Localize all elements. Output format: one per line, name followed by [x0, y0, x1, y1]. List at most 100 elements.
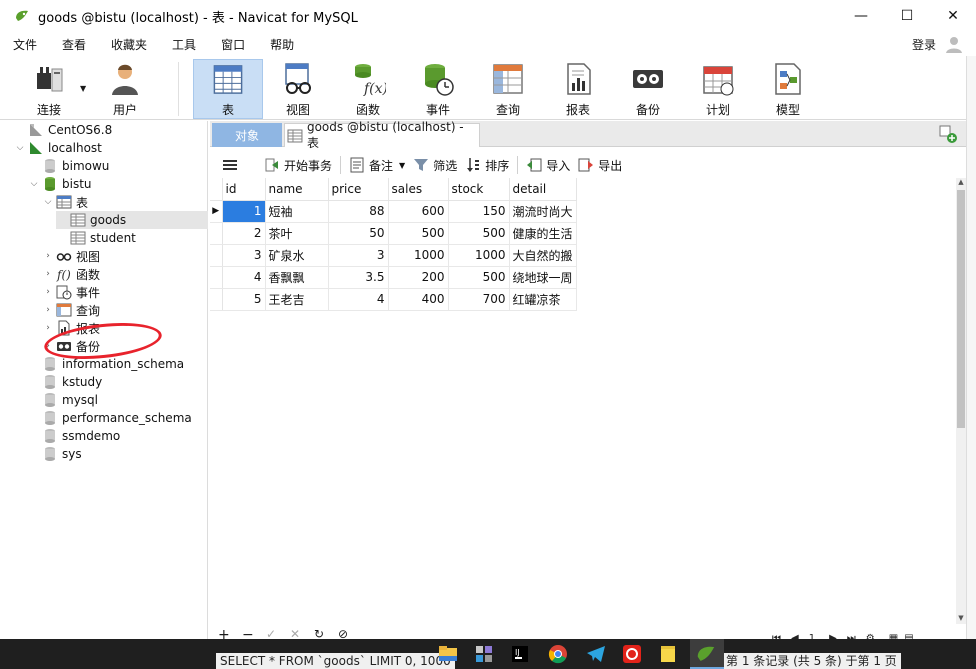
row-header[interactable] — [210, 222, 223, 245]
close-button[interactable]: ✕ — [930, 0, 976, 32]
column-header-name[interactable]: name — [265, 178, 329, 201]
cell-sales[interactable]: 600 — [388, 200, 449, 223]
tab-objects[interactable]: 对象 — [212, 123, 282, 147]
tree-folder-functions[interactable]: › f() 函数 — [42, 265, 100, 283]
chevron-right-icon[interactable]: › — [42, 251, 54, 261]
taskbar-active-app[interactable] — [690, 639, 724, 669]
menu-help[interactable]: 帮助 — [257, 36, 306, 53]
toolbar-report-button[interactable]: 报表 — [543, 59, 613, 119]
table-row[interactable]: 2 茶叶 50 500 500 健康的生活 — [210, 222, 577, 245]
memo-button[interactable]: 备注 ▼ — [349, 154, 405, 176]
cell-sales[interactable]: 500 — [388, 222, 449, 245]
toolbar-function-button[interactable]: f(x) 函数 — [333, 59, 403, 119]
column-header-id[interactable]: id — [222, 178, 266, 201]
tree-connection-localhost[interactable]: ⌵ localhost — [14, 139, 102, 157]
export-button[interactable]: 导出 — [578, 154, 622, 176]
column-header-stock[interactable]: stock — [448, 178, 510, 201]
tree-connection-centos[interactable]: CentOS6.8 — [14, 121, 112, 139]
login-link[interactable]: 登录 — [912, 36, 936, 53]
account-icon[interactable] — [944, 34, 964, 54]
chevron-right-icon[interactable]: › — [42, 341, 54, 351]
cell-sales[interactable]: 200 — [388, 266, 449, 289]
cell-detail[interactable]: 健康的生活 — [509, 222, 577, 245]
cell-sales[interactable]: 1000 — [388, 244, 449, 267]
table-row[interactable]: 3 矿泉水 3 1000 1000 大自然的搬 — [210, 244, 577, 267]
scroll-up-icon[interactable]: ▲ — [956, 178, 966, 188]
menu-window[interactable]: 窗口 — [208, 36, 257, 53]
sort-button[interactable]: 排序 — [465, 154, 509, 176]
new-tab-icon[interactable] — [938, 124, 958, 144]
menu-tools[interactable]: 工具 — [159, 36, 208, 53]
cell-stock[interactable]: 1000 — [448, 244, 510, 267]
toolbar-view-button[interactable]: 视图 — [263, 59, 333, 119]
cell-id[interactable]: 4 — [222, 266, 266, 289]
minimize-button[interactable]: — — [838, 0, 884, 32]
chevron-down-icon[interactable]: ⌵ — [14, 143, 26, 153]
cell-detail[interactable]: 绕地球一周 — [509, 266, 577, 289]
chevron-right-icon[interactable]: › — [42, 287, 54, 297]
cell-name[interactable]: 王老吉 — [265, 288, 329, 311]
begin-transaction-button[interactable]: 开始事务 — [264, 154, 332, 176]
tree-database-information-schema[interactable]: information_schema — [28, 355, 184, 373]
chevron-down-icon[interactable]: ▼ — [80, 84, 86, 93]
tree-table-goods[interactable]: goods — [56, 211, 208, 229]
menu-file[interactable]: 文件 — [0, 36, 49, 53]
row-header[interactable] — [210, 244, 223, 267]
table-row[interactable]: 5 王老吉 4 400 700 红罐凉茶 — [210, 288, 577, 311]
filter-button[interactable]: 筛选 — [413, 154, 457, 176]
tab-goods-table[interactable]: goods @bistu (localhost) - 表 — [284, 120, 480, 150]
cell-name[interactable]: 茶叶 — [265, 222, 329, 245]
vertical-scrollbar[interactable]: ▲ ▼ — [956, 178, 966, 624]
cell-name[interactable]: 香飘飘 — [265, 266, 329, 289]
intellij-icon[interactable]: IJ — [508, 642, 532, 666]
scroll-down-icon[interactable]: ▼ — [956, 614, 966, 624]
cell-detail[interactable]: 大自然的搬 — [509, 244, 577, 267]
tree-folder-views[interactable]: › 视图 — [42, 247, 100, 265]
tree-database-bimowu[interactable]: bimowu — [28, 157, 109, 175]
tree-folder-queries[interactable]: › 查询 — [42, 301, 100, 319]
cell-id[interactable]: 5 — [222, 288, 266, 311]
table-row[interactable]: ▶ 1 短袖 88 600 150 潮流时尚大 — [210, 200, 577, 223]
toolbar-connection-button[interactable]: 连接 — [14, 59, 84, 119]
chrome-icon[interactable] — [546, 642, 570, 666]
toolbar-user-button[interactable]: 用户 — [90, 59, 160, 119]
file-explorer-icon[interactable] — [436, 642, 460, 666]
tree-folder-reports[interactable]: › 报表 — [42, 319, 100, 337]
menu-favorites[interactable]: 收藏夹 — [98, 36, 159, 53]
telegram-icon[interactable] — [584, 642, 608, 666]
tree-database-kstudy[interactable]: kstudy — [28, 373, 102, 391]
cell-stock[interactable]: 700 — [448, 288, 510, 311]
tree-table-student[interactable]: student — [56, 229, 136, 247]
menu-view[interactable]: 查看 — [49, 36, 98, 53]
toolbar-backup-button[interactable]: 备份 — [613, 59, 683, 119]
row-header[interactable] — [210, 266, 223, 289]
chevron-down-icon[interactable]: ⌵ — [28, 179, 40, 189]
row-header[interactable] — [210, 288, 223, 311]
tree-database-bistu[interactable]: ⌵ bistu — [28, 175, 92, 193]
cell-name[interactable]: 矿泉水 — [265, 244, 329, 267]
chevron-right-icon[interactable]: › — [42, 323, 54, 333]
current-row-indicator-icon[interactable]: ▶ — [210, 200, 223, 223]
toolbar-event-button[interactable]: 事件 — [403, 59, 473, 119]
app-tray-icon[interactable] — [472, 642, 496, 666]
table-row[interactable]: 4 香飘飘 3.5 200 500 绕地球一周 — [210, 266, 577, 289]
tree-database-performance-schema[interactable]: performance_schema — [28, 409, 192, 427]
hamburger-menu-icon[interactable] — [222, 157, 238, 173]
cell-id[interactable]: 2 — [222, 222, 266, 245]
toolbar-schedule-button[interactable]: 计划 — [683, 59, 753, 119]
tree-database-mysql[interactable]: mysql — [28, 391, 98, 409]
column-header-price[interactable]: price — [328, 178, 389, 201]
chevron-down-icon[interactable]: ⌵ — [42, 197, 54, 207]
cell-price[interactable]: 3 — [328, 244, 389, 267]
cell-price[interactable]: 88 — [328, 200, 389, 223]
toolbar-query-button[interactable]: 查询 — [473, 59, 543, 119]
chevron-down-icon[interactable]: ▼ — [399, 161, 405, 170]
cell-name[interactable]: 短袖 — [265, 200, 329, 223]
toolbar-model-button[interactable]: 模型 — [753, 59, 823, 119]
maximize-button[interactable]: ☐ — [884, 0, 930, 32]
cell-stock[interactable]: 150 — [448, 200, 510, 223]
cell-price[interactable]: 3.5 — [328, 266, 389, 289]
sticky-notes-icon[interactable] — [656, 642, 680, 666]
chevron-right-icon[interactable]: › — [42, 305, 54, 315]
scrollbar-thumb[interactable] — [957, 190, 965, 428]
